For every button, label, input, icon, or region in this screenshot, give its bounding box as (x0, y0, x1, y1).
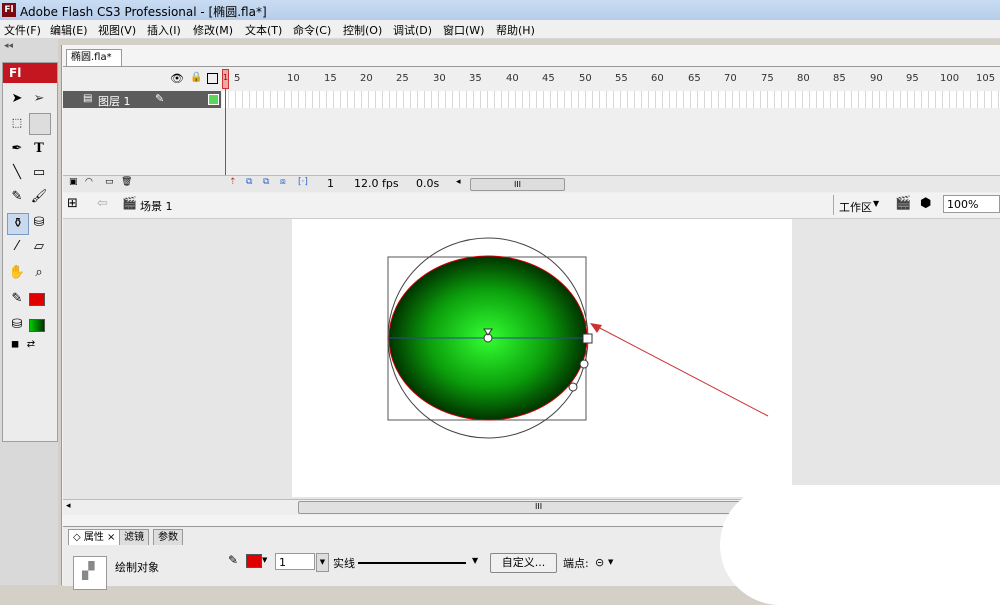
close-icon[interactable]: × (104, 532, 115, 543)
drawing-object-icon: ▞ (82, 561, 95, 580)
chevron-down-icon: ▼ (608, 558, 614, 566)
properties-icon: ◇ (73, 532, 84, 543)
stroke-style-preview (358, 562, 466, 564)
cap-style-icon[interactable]: ⊝ (595, 556, 604, 569)
tab-filters[interactable]: 滤镜 (119, 529, 149, 545)
scroll-left-icon[interactable]: ◂ (66, 501, 71, 511)
cropped-overlay (720, 485, 1000, 605)
chevron-down-icon[interactable]: ▼ (472, 556, 478, 565)
tab-properties[interactable]: ◇ 属性 × (68, 529, 121, 545)
stroke-width-input[interactable]: 1 (275, 553, 315, 570)
tab-parameters[interactable]: 参数 (153, 529, 183, 545)
stroke-width-dropdown[interactable]: ▼ (316, 553, 329, 572)
tab-properties-label: 属性 (83, 532, 104, 543)
hscroll-thumb[interactable]: III (298, 501, 785, 514)
stroke-color-swatch[interactable] (246, 554, 262, 568)
hscroll-grip: III (535, 502, 543, 511)
stroke-style-label: 实线 (333, 557, 355, 570)
custom-button[interactable]: 自定义... (490, 553, 557, 573)
chevron-down-icon: ▼ (262, 556, 268, 564)
pencil-icon: ✎ (228, 553, 239, 567)
object-type: 绘制对象 (115, 561, 159, 574)
cap-label: 端点: (563, 557, 589, 570)
